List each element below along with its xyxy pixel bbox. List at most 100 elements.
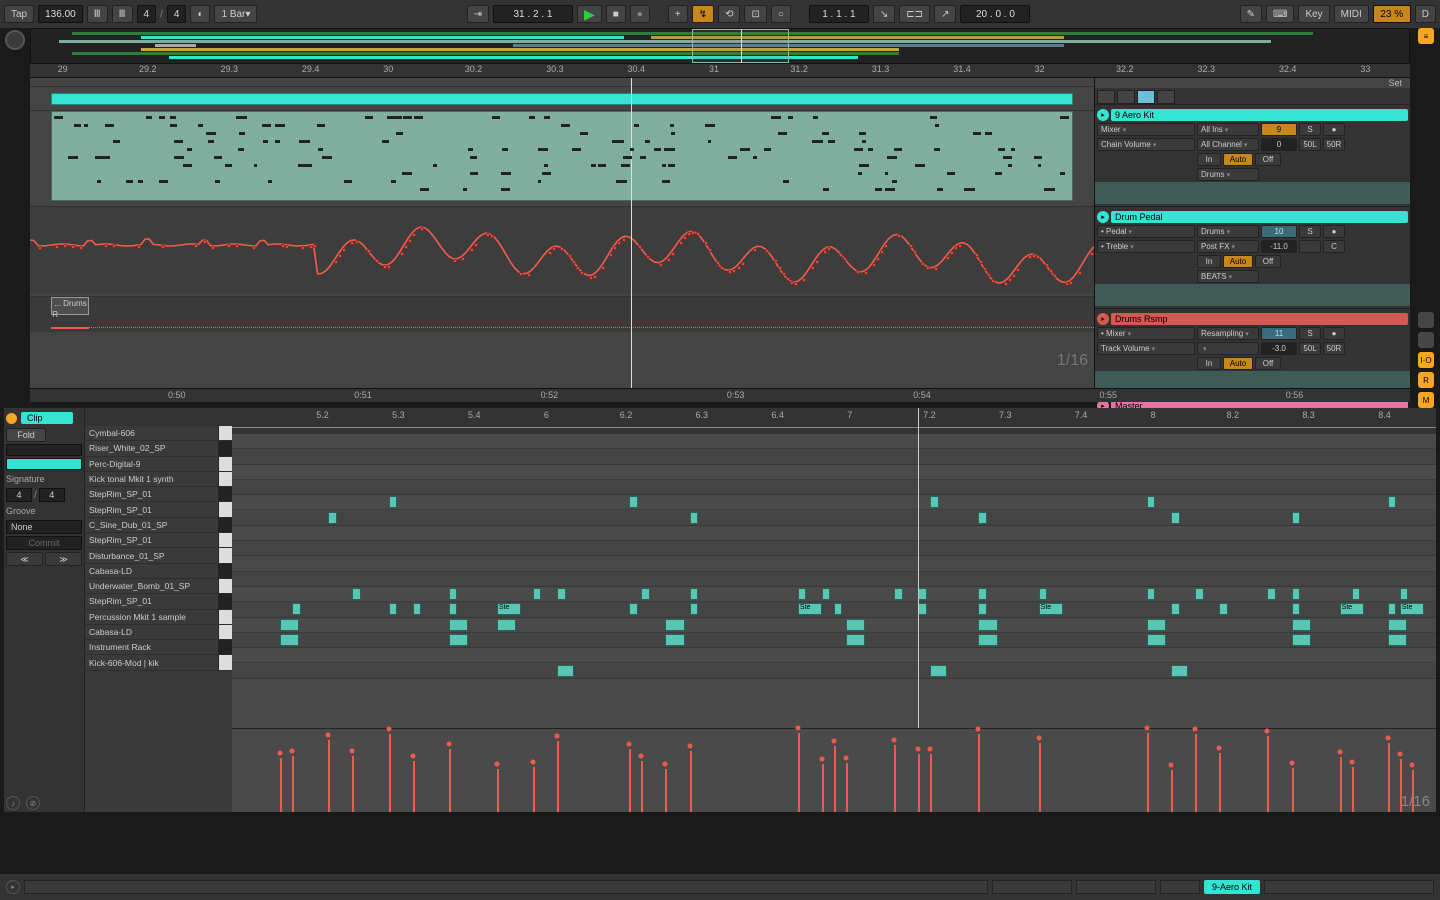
punch-out-icon[interactable]: ↗ (934, 5, 956, 23)
velocity-marker[interactable] (280, 758, 282, 812)
automation-breakpoint[interactable] (979, 260, 983, 264)
midi-note[interactable] (629, 603, 637, 615)
view-button-empty[interactable] (1418, 312, 1434, 328)
automation-breakpoint[interactable] (408, 239, 412, 243)
velocity-marker[interactable] (1219, 753, 1221, 812)
velocity-marker[interactable] (1292, 768, 1294, 812)
automation-breakpoint[interactable] (638, 245, 642, 249)
velocity-handle[interactable] (1217, 745, 1222, 750)
midi-note[interactable] (813, 116, 818, 119)
grid-lane[interactable] (232, 511, 1436, 526)
midi-note[interactable] (665, 634, 684, 646)
midi-note[interactable] (557, 665, 574, 677)
track-fold-icon[interactable]: ▸ (1097, 313, 1109, 325)
velocity-marker[interactable] (1147, 733, 1149, 812)
midi-note[interactable] (918, 588, 926, 600)
velocity-handle[interactable] (1385, 735, 1390, 740)
drum-lane-name[interactable]: Percussion Mkit 1 sample (85, 612, 218, 622)
midi-note[interactable] (126, 180, 133, 183)
midi-note[interactable] (403, 116, 412, 119)
midi-note-labeled[interactable]: Ste (1340, 603, 1364, 615)
monitor-auto-button[interactable]: Auto (1223, 357, 1253, 370)
midi-note[interactable] (68, 156, 79, 159)
automation-breakpoint[interactable] (741, 262, 745, 266)
midi-note[interactable] (998, 148, 1005, 151)
velocity-handle[interactable] (1289, 760, 1294, 765)
device-activator-icon[interactable]: ▸ (6, 880, 20, 894)
midi-note[interactable] (159, 180, 169, 183)
velocity-handle[interactable] (1169, 763, 1174, 768)
grid-lane[interactable] (232, 587, 1436, 602)
velocity-marker[interactable] (930, 754, 932, 812)
velocity-handle[interactable] (1337, 749, 1342, 754)
drum-lane-name[interactable]: Cabasa-LD (85, 566, 218, 576)
midi-note[interactable] (846, 619, 865, 631)
browser-toggle-icon[interactable] (5, 30, 25, 50)
midi-note[interactable] (263, 140, 268, 143)
automation-breakpoint[interactable] (926, 266, 930, 270)
fold-button[interactable]: Fold (6, 428, 46, 442)
automation-breakpoint[interactable] (355, 240, 359, 244)
automation-breakpoint[interactable] (1090, 252, 1094, 256)
track-number[interactable]: 9 (1261, 123, 1297, 136)
io-selector[interactable]: All Channel (1197, 138, 1259, 151)
midi-note[interactable] (1147, 634, 1166, 646)
grid-lane[interactable] (232, 495, 1436, 510)
midi-note[interactable] (470, 156, 477, 159)
tempo-field[interactable]: 136.00 (38, 5, 83, 23)
midi-note[interactable] (239, 132, 245, 135)
midi-note[interactable] (1195, 588, 1203, 600)
midi-note[interactable] (299, 140, 310, 143)
midi-note[interactable] (764, 148, 771, 151)
clip-aero[interactable] (51, 93, 1072, 105)
velocity-handle[interactable] (1265, 729, 1270, 734)
midi-note[interactable] (978, 603, 986, 615)
track-fold-icon[interactable]: ▸ (1097, 109, 1109, 121)
midi-note[interactable] (544, 164, 548, 167)
param-selector[interactable]: Mixer (1097, 123, 1195, 136)
midi-note[interactable] (894, 148, 902, 151)
view-button-m[interactable]: M (1418, 392, 1434, 408)
midi-note[interactable] (1171, 665, 1188, 677)
midi-note[interactable] (598, 164, 606, 167)
midi-note[interactable] (1292, 588, 1300, 600)
midi-note[interactable] (413, 603, 421, 615)
midi-note[interactable] (502, 148, 509, 151)
midi-note[interactable] (1267, 588, 1275, 600)
midi-note[interactable] (544, 116, 549, 119)
velocity-handle[interactable] (687, 743, 692, 748)
pan-r[interactable]: 50R (1323, 342, 1345, 355)
midi-note[interactable] (206, 132, 216, 135)
clip-color-swatch[interactable] (6, 444, 82, 456)
midi-note[interactable] (317, 124, 325, 127)
piano-key[interactable] (218, 625, 232, 639)
monitor-auto-button[interactable]: Auto (1223, 255, 1253, 268)
midi-note[interactable] (822, 588, 830, 600)
automation-breakpoint[interactable] (774, 259, 778, 263)
midi-note[interactable] (275, 124, 286, 127)
hamburger-icon[interactable]: ≡ (1418, 28, 1434, 44)
midi-note[interactable] (892, 180, 897, 183)
pan-r[interactable]: C (1323, 240, 1345, 253)
view-button-empty[interactable] (1418, 332, 1434, 348)
automation-breakpoint[interactable] (708, 248, 712, 252)
midi-note[interactable] (238, 148, 244, 151)
track-number[interactable]: 10 (1261, 225, 1297, 238)
midi-note[interactable] (915, 164, 925, 167)
midi-note[interactable] (978, 634, 997, 646)
midi-note[interactable] (580, 132, 587, 135)
drum-lane-name[interactable]: Underwater_Bomb_01_SP (85, 581, 218, 591)
midi-note[interactable] (449, 588, 457, 600)
velocity-handle[interactable] (1145, 725, 1150, 730)
velocity-handle[interactable] (1036, 735, 1041, 740)
midi-note[interactable] (174, 156, 184, 159)
midi-note[interactable] (885, 172, 888, 175)
midi-note[interactable] (1060, 116, 1070, 119)
key-map-button[interactable]: Key (1298, 5, 1329, 23)
drum-lane-name[interactable]: C_Sine_Dub_01_SP (85, 520, 218, 530)
automation-breakpoint[interactable] (975, 253, 979, 257)
velocity-marker[interactable] (449, 749, 451, 812)
grid-lane[interactable]: SteSteSteSteSte (232, 602, 1436, 617)
midi-note[interactable] (183, 164, 192, 167)
midi-note[interactable] (947, 172, 955, 175)
